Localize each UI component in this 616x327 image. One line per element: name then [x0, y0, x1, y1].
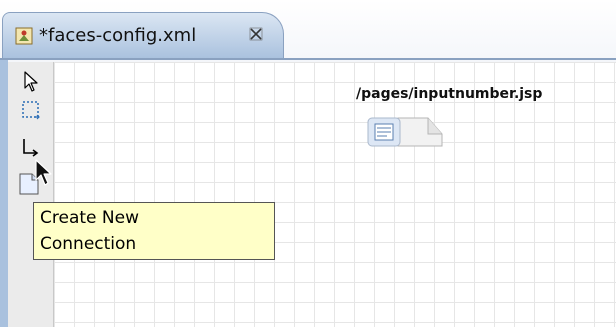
connection-icon[interactable]: [20, 136, 42, 160]
page-node-label: /pages/inputnumber.jsp: [356, 86, 543, 102]
editor-tab-title: *faces-config.xml: [39, 25, 197, 46]
tab-divider: [0, 58, 616, 60]
editor-tab[interactable]: *faces-config.xml: [2, 12, 284, 59]
close-icon[interactable]: [249, 27, 263, 41]
tooltip: Create New Connection: [33, 202, 275, 260]
diagram-canvas[interactable]: /pages/inputnumber.jsp: [54, 62, 616, 327]
faces-config-file-icon: [15, 27, 33, 45]
jsp-page-icon[interactable]: [360, 112, 446, 162]
dashed-rectangle-icon[interactable]: [20, 98, 42, 122]
editor-tab-strip: *faces-config.xml: [0, 0, 616, 62]
palette: [8, 62, 54, 327]
tooltip-line-2: Connection: [40, 234, 137, 254]
editor-frame-border: [0, 60, 8, 327]
tooltip-line-1: Create New: [40, 208, 139, 228]
mouse-cursor-icon: [35, 159, 52, 186]
faces-config-editor: *faces-config.xml /pages/inputnumber.jsp: [0, 0, 616, 327]
arrow-pointer-icon[interactable]: [20, 70, 42, 94]
